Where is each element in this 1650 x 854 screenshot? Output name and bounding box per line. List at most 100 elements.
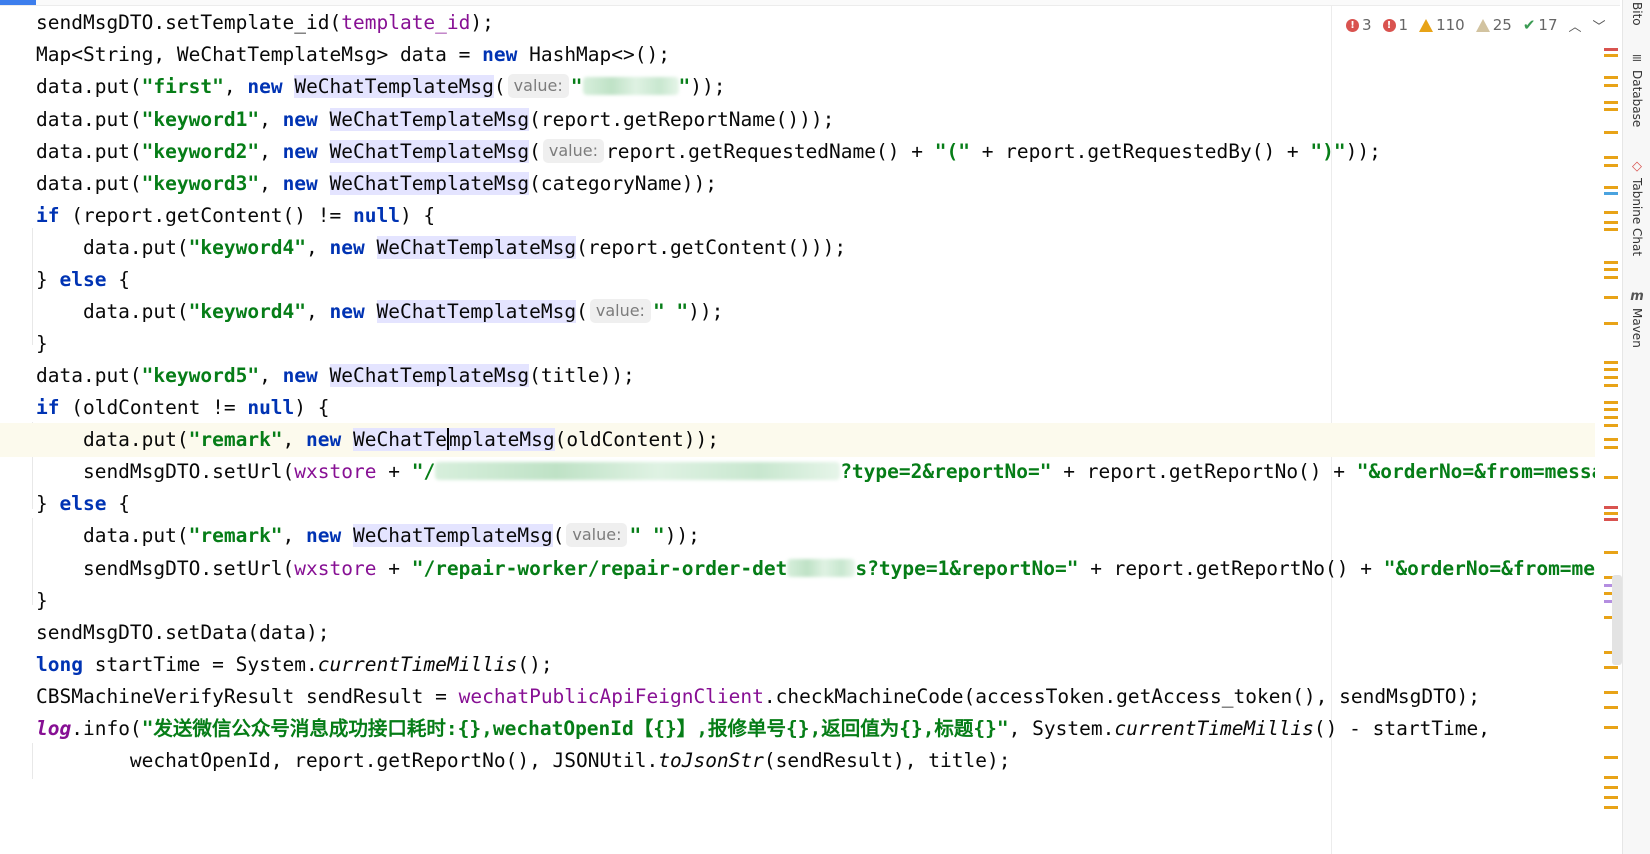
typo-count[interactable]: ✔ 17 [1523, 16, 1558, 34]
error-stripe-marker[interactable] [1604, 756, 1618, 759]
typo-check-icon: ✔ [1522, 16, 1536, 34]
error-icon: ! [1346, 18, 1359, 32]
class-reference: WeChatTemplateMsg [329, 172, 530, 195]
code-line[interactable]: data.put("keyword4", new WeChatTemplateM… [0, 231, 1595, 265]
error-stripe-marker[interactable] [1604, 401, 1618, 404]
code-line[interactable]: long startTime = System.currentTimeMilli… [0, 648, 1595, 682]
active-tab-indicator [0, 0, 36, 5]
error-stripe-marker[interactable] [1604, 506, 1618, 509]
error-stripe-marker[interactable] [1604, 186, 1618, 189]
error-stripe-marker[interactable] [1604, 424, 1618, 427]
code-line-current[interactable]: data.put("remark", new WeChatTe mplateMsg… [0, 423, 1595, 457]
error-icon: ! [1382, 18, 1396, 32]
class-reference: WeChatTemplateMsg [353, 428, 555, 451]
error-stripe-marker[interactable] [1604, 192, 1618, 195]
redacted-text [435, 462, 841, 480]
code-editor[interactable]: sendMsgDTO.setTemplate_id(template_id); … [0, 6, 1595, 854]
error-stripe-marker[interactable] [1604, 211, 1618, 214]
code-line[interactable]: if (oldContent != null) { [0, 391, 1595, 425]
class-reference: WeChatTemplateMsg [329, 140, 530, 163]
code-line[interactable]: data.put("keyword4", new WeChatTemplateM… [0, 295, 1595, 329]
error-stripe-marker[interactable] [1604, 48, 1618, 51]
error-stripe-marker[interactable] [1604, 268, 1618, 271]
error-stripe-marker[interactable] [1604, 551, 1618, 554]
error-stripe-marker[interactable] [1604, 54, 1618, 57]
code-line[interactable]: wechatOpenId, report.getReportNo(), JSON… [0, 744, 1595, 778]
error-stripe-marker[interactable] [1604, 691, 1618, 694]
tool-tab-bito[interactable]: Bito [1623, 2, 1650, 26]
redacted-text [787, 559, 856, 577]
error-stripe-marker[interactable] [1604, 408, 1618, 411]
error-stripe-marker[interactable] [1604, 796, 1618, 799]
error-count-secondary[interactable]: ! 1 [1382, 16, 1408, 34]
error-stripe-marker[interactable] [1604, 806, 1618, 809]
error-stripe-marker[interactable] [1604, 221, 1618, 224]
error-stripe-marker[interactable] [1604, 261, 1618, 264]
code-line[interactable]: sendMsgDTO.setUrl(wxstore + "/repair-wor… [0, 552, 1595, 586]
error-stripe-marker[interactable] [1604, 84, 1618, 87]
error-stripe-marker[interactable] [1604, 156, 1618, 159]
code-line[interactable]: data.put("keyword3", new WeChatTemplateM… [0, 167, 1595, 201]
code-line[interactable]: Map<String, WeChatTemplateMsg> data = ne… [0, 38, 1595, 72]
code-line[interactable]: data.put("keyword1", new WeChatTemplateM… [0, 103, 1595, 137]
tool-tab-tabnine-chat[interactable]: ◇ Tabnine Chat [1623, 159, 1650, 257]
weak-warning-icon [1475, 18, 1490, 32]
error-stripe-marker[interactable] [1604, 228, 1618, 231]
error-stripe-marker[interactable] [1604, 476, 1618, 479]
code-line[interactable]: log.info("发送微信公众号消息成功接口耗时:{},wechatOpenI… [0, 712, 1595, 746]
code-line[interactable]: data.put("keyword5", new WeChatTemplateM… [0, 359, 1595, 393]
error-stripe-marker[interactable] [1604, 164, 1618, 167]
error-stripe-marker[interactable] [1604, 296, 1618, 299]
class-reference: WeChatTemplateMsg [329, 108, 530, 131]
error-stripe-marker[interactable] [1604, 776, 1618, 779]
error-stripe-marker[interactable] [1604, 76, 1618, 79]
inspection-widget[interactable]: ! 3 ! 1 110 25 ✔ 17 ︿ ﹀ [1346, 12, 1606, 38]
error-stripe-marker[interactable] [1604, 322, 1618, 325]
error-stripe-marker[interactable] [1604, 446, 1618, 449]
error-stripe-marker[interactable] [1604, 416, 1618, 419]
error-stripe-marker[interactable] [1604, 518, 1618, 521]
code-line[interactable]: } [0, 327, 1595, 361]
weak-warning-count[interactable]: 25 [1475, 16, 1512, 34]
code-line[interactable]: sendMsgDTO.setData(data); [0, 616, 1595, 650]
error-stripe-marker[interactable] [1604, 706, 1618, 709]
error-stripe-marker[interactable] [1604, 438, 1618, 441]
code-line[interactable]: data.put("first", new WeChatTemplateMsg(… [0, 70, 1595, 104]
warning-count[interactable]: 110 [1419, 16, 1465, 34]
code-line[interactable]: CBSMachineVerifyResult sendResult = wech… [0, 680, 1595, 714]
error-stripe-marker[interactable] [1604, 101, 1618, 104]
tool-tab-database[interactable]: ≡ Database [1623, 52, 1650, 128]
code-line[interactable]: data.put("remark", new WeChatTemplateMsg… [0, 519, 1595, 553]
code-line[interactable]: } [0, 584, 1595, 618]
code-line[interactable]: sendMsgDTO.setUrl(wxstore + "/?type=2&re… [0, 455, 1595, 489]
error-stripe-marker[interactable] [1604, 368, 1618, 371]
code-line[interactable]: } else { [0, 263, 1595, 297]
tool-tab-maven[interactable]: m Maven [1623, 290, 1650, 348]
chevron-up-icon[interactable]: ︿ [1569, 16, 1582, 35]
error-stripe-marker[interactable] [1604, 384, 1618, 387]
error-stripe-marker[interactable] [1604, 786, 1618, 789]
class-reference: WeChatTemplateMsg [294, 75, 494, 98]
warning-icon [1419, 18, 1434, 32]
error-stripe-marker[interactable] [1604, 726, 1618, 729]
error-stripe-marker[interactable] [1604, 376, 1618, 379]
error-stripe-marker[interactable] [1604, 361, 1618, 364]
code-line[interactable]: if (report.getContent() != null) { [0, 199, 1595, 233]
error-stripe-marker[interactable] [1604, 512, 1618, 515]
parameter-hint: value: [589, 299, 651, 323]
class-reference: WeChatTemplateMsg [329, 364, 530, 387]
error-stripe-marker[interactable] [1604, 108, 1618, 111]
class-reference: WeChatTemplateMsg [353, 524, 553, 547]
code-line[interactable]: data.put("keyword2", new WeChatTemplateM… [0, 135, 1595, 169]
maven-icon: m [1630, 289, 1644, 304]
error-stripe-marker[interactable] [1604, 131, 1618, 134]
redacted-text [582, 77, 679, 95]
tabnine-icon: ◇ [1632, 159, 1642, 174]
error-stripe-marker[interactable] [1604, 276, 1618, 279]
scrollbar-thumb[interactable] [1612, 575, 1622, 665]
parameter-hint: value: [542, 139, 604, 163]
error-count[interactable]: ! 3 [1346, 16, 1372, 34]
code-line[interactable]: } else { [0, 487, 1595, 521]
error-stripe[interactable] [1600, 6, 1618, 854]
error-stripe-marker[interactable] [1604, 666, 1618, 669]
